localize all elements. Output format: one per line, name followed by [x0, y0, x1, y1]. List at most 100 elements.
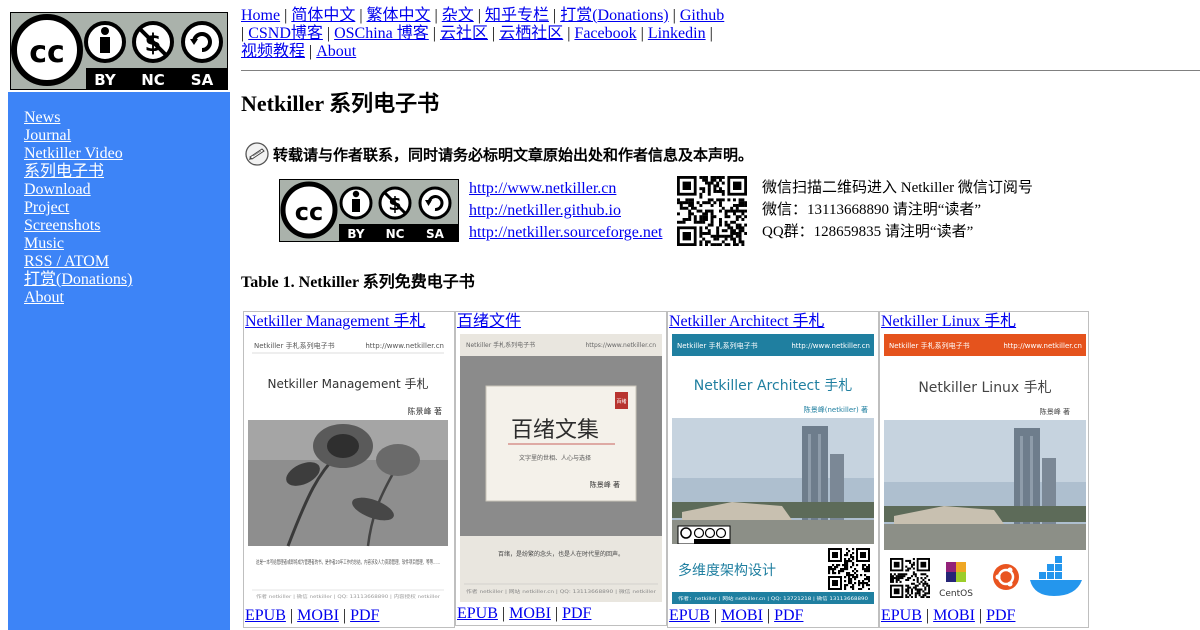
- svg-text:这是一本写给管理者或即将成为管理者的书，是作者20年工作的总: 这是一本写给管理者或即将成为管理者的书，是作者20年工作的总结，内容涉及人力资源…: [256, 558, 440, 566]
- topnav-oschina[interactable]: OSChina 博客: [334, 25, 429, 42]
- separator: |: [567, 25, 571, 42]
- pdf-link[interactable]: PDF: [986, 607, 1015, 624]
- sidebar-item-journal[interactable]: Journal: [24, 127, 71, 144]
- mobi-link[interactable]: MOBI: [933, 607, 975, 624]
- separator: |: [709, 25, 713, 42]
- link-sourceforge[interactable]: http://netkiller.sourceforge.net: [469, 222, 662, 244]
- svg-text:SA: SA: [426, 227, 445, 241]
- topnav-cloud-community[interactable]: 云社区: [440, 25, 488, 42]
- topnav-about[interactable]: About: [316, 43, 356, 60]
- separator: |: [434, 7, 438, 24]
- svg-text:Netkiller 手札系列电子书: Netkiller 手札系列电子书: [889, 341, 970, 350]
- format-links: EPUB | MOBI | PDF: [457, 605, 592, 622]
- format-links: EPUB | MOBI | PDF: [669, 607, 804, 624]
- svg-text:陈景峰 著: 陈景峰 著: [590, 480, 620, 489]
- book-cover-baixu[interactable]: Netkiller 手札系列电子书 https://www.netkiller.…: [460, 334, 662, 602]
- mobi-link[interactable]: MOBI: [297, 607, 339, 624]
- epub-link[interactable]: EPUB: [245, 607, 286, 624]
- svg-text:cc: cc: [295, 198, 323, 226]
- topnav-csnd[interactable]: CSND博客: [248, 25, 323, 42]
- book-qr-code-icon: [890, 558, 930, 598]
- epub-link[interactable]: EPUB: [669, 607, 710, 624]
- cc-license-badge[interactable]: cc $ BY NC SA: [279, 179, 459, 242]
- sidebar-item-project[interactable]: Project: [24, 199, 69, 216]
- separator: |: [359, 7, 363, 24]
- svg-text:陈景峰(netkiller) 著: 陈景峰(netkiller) 著: [804, 405, 868, 414]
- svg-text:CentOS: CentOS: [939, 589, 973, 599]
- topnav-home[interactable]: Home: [241, 7, 280, 24]
- svg-text:陈景峰 著: 陈景峰 著: [1040, 407, 1070, 416]
- pdf-link[interactable]: PDF: [350, 607, 379, 624]
- separator: |: [672, 7, 676, 24]
- book-qr-code-icon: [828, 548, 870, 590]
- horizontal-rule: [241, 70, 1200, 71]
- topnav-github[interactable]: Github: [680, 7, 724, 24]
- sidebar-item-video[interactable]: Netkiller Video: [24, 145, 123, 162]
- cc-by-nc-sa-icon: cc $ BY NC SA: [279, 179, 459, 242]
- book-cover-management[interactable]: Netkiller 手札系列电子书 http://www.netkiller.c…: [248, 334, 448, 604]
- cc-by-nc-sa-icon: cc $ BY NC SA: [9, 11, 229, 91]
- format-links: EPUB | MOBI | PDF: [245, 607, 380, 624]
- sidebar: cc $ BY NC SA News Journal Netkiller Vid…: [8, 10, 230, 630]
- separator: |: [309, 43, 313, 60]
- book-title-baixu[interactable]: 百绪文件: [457, 312, 521, 332]
- copyright-notice: 转载请与作者联系，同时请务必标明文章原始出处和作者信息及本声明。: [244, 141, 753, 167]
- topnav-zhihu[interactable]: 知乎专栏: [485, 7, 549, 24]
- wechat-subscribe-text: 微信扫描二维码进入 Netkiller 微信订阅号: [762, 180, 1033, 196]
- topnav-essays[interactable]: 杂文: [442, 7, 474, 24]
- book-title-management[interactable]: Netkiller Management 手札: [245, 312, 425, 332]
- svg-text:SA: SA: [191, 71, 214, 89]
- pdf-link[interactable]: PDF: [774, 607, 803, 624]
- sidebar-item-music[interactable]: Music: [24, 235, 64, 252]
- topnav-video-tutorials[interactable]: 视频教程: [241, 43, 305, 60]
- book-cover-architect[interactable]: Netkiller 手札系列电子书 http://www.netkiller.c…: [672, 334, 874, 604]
- separator: |: [492, 25, 496, 42]
- mobi-link[interactable]: MOBI: [509, 605, 551, 622]
- book-cover-image: Netkiller 手札系列电子书 http://www.netkiller.c…: [248, 334, 448, 604]
- book-title-architect[interactable]: Netkiller Architect 手札: [669, 312, 825, 332]
- website-links: http://www.netkiller.cn http://netkiller…: [469, 178, 662, 244]
- book-cover-image: Netkiller 手札系列电子书 http://www.netkiller.c…: [884, 334, 1086, 604]
- wechat-id-text: 微信：13113668890 请注明“读者”: [762, 202, 982, 218]
- topnav-traditional-chinese[interactable]: 繁体中文: [367, 7, 431, 24]
- link-netkiller-cn[interactable]: http://www.netkiller.cn: [469, 178, 662, 200]
- svg-text:Netkiller 手札系列电子书: Netkiller 手札系列电子书: [466, 341, 535, 349]
- link-github-io[interactable]: http://netkiller.github.io: [469, 200, 662, 222]
- svg-text:http://www.netkiller.cn: http://www.netkiller.cn: [365, 342, 444, 350]
- separator: |: [552, 7, 557, 24]
- sidebar-item-download[interactable]: Download: [24, 181, 91, 198]
- svg-text:https://www.netkiller.cn: https://www.netkiller.cn: [585, 342, 656, 349]
- book-title-linux[interactable]: Netkiller Linux 手札: [881, 312, 1016, 332]
- topnav-yunqi[interactable]: 云栖社区: [499, 25, 563, 42]
- cc-license-logo[interactable]: cc $ BY NC SA: [8, 10, 230, 92]
- sidebar-item-donations[interactable]: 打赏(Donations): [24, 271, 132, 288]
- ebook-cell-management: Netkiller Management 手札 Netkiller 手札系列电子…: [243, 311, 455, 628]
- book-cover-image: Netkiller 手札系列电子书 http://www.netkiller.c…: [672, 334, 874, 604]
- topnav-linkedin[interactable]: Linkedin: [648, 25, 706, 42]
- topnav-simplified-chinese[interactable]: 简体中文: [291, 7, 355, 24]
- svg-text:Netkiller Architect 手札: Netkiller Architect 手札: [694, 378, 852, 394]
- mobi-link[interactable]: MOBI: [721, 607, 763, 624]
- svg-text:BY: BY: [94, 71, 117, 89]
- svg-text:Netkiller 手札系列电子书: Netkiller 手札系列电子书: [677, 341, 758, 350]
- top-nav: Home | 简体中文 | 繁体中文 | 杂文 | 知乎专栏 | 打赏(Dona…: [241, 7, 761, 61]
- epub-link[interactable]: EPUB: [881, 607, 922, 624]
- topnav-facebook[interactable]: Facebook: [574, 25, 636, 42]
- svg-text:cc: cc: [29, 35, 65, 70]
- sidebar-item-news[interactable]: News: [24, 109, 60, 126]
- page-title: Netkiller 系列电子书: [241, 91, 440, 116]
- separator: |: [640, 25, 644, 42]
- svg-text:作者：netkiller | 网站 netkiller.cn: 作者：netkiller | 网站 netkiller.cn | QQ: 137…: [678, 595, 868, 602]
- table-caption: Table 1. Netkiller 系列免费电子书: [241, 274, 475, 291]
- book-cover-linux[interactable]: Netkiller 手札系列电子书 http://www.netkiller.c…: [884, 334, 1086, 604]
- epub-link[interactable]: EPUB: [457, 605, 498, 622]
- svg-text:百绪，是纷繁的念头，也是人在时代里的回声。: 百绪，是纷繁的念头，也是人在时代里的回声。: [498, 550, 624, 558]
- svg-text:Netkiller Management 手札: Netkiller Management 手札: [267, 377, 428, 391]
- sidebar-item-screenshots[interactable]: Screenshots: [24, 217, 100, 234]
- sidebar-item-rss[interactable]: RSS / ATOM: [24, 253, 109, 270]
- pdf-link[interactable]: PDF: [562, 605, 591, 622]
- sidebar-item-about[interactable]: About: [24, 289, 64, 306]
- topnav-donations[interactable]: 打赏(Donations): [560, 7, 668, 24]
- svg-text:http://www.netkiller.cn: http://www.netkiller.cn: [791, 342, 870, 350]
- sidebar-item-ebooks[interactable]: 系列电子书: [24, 163, 104, 180]
